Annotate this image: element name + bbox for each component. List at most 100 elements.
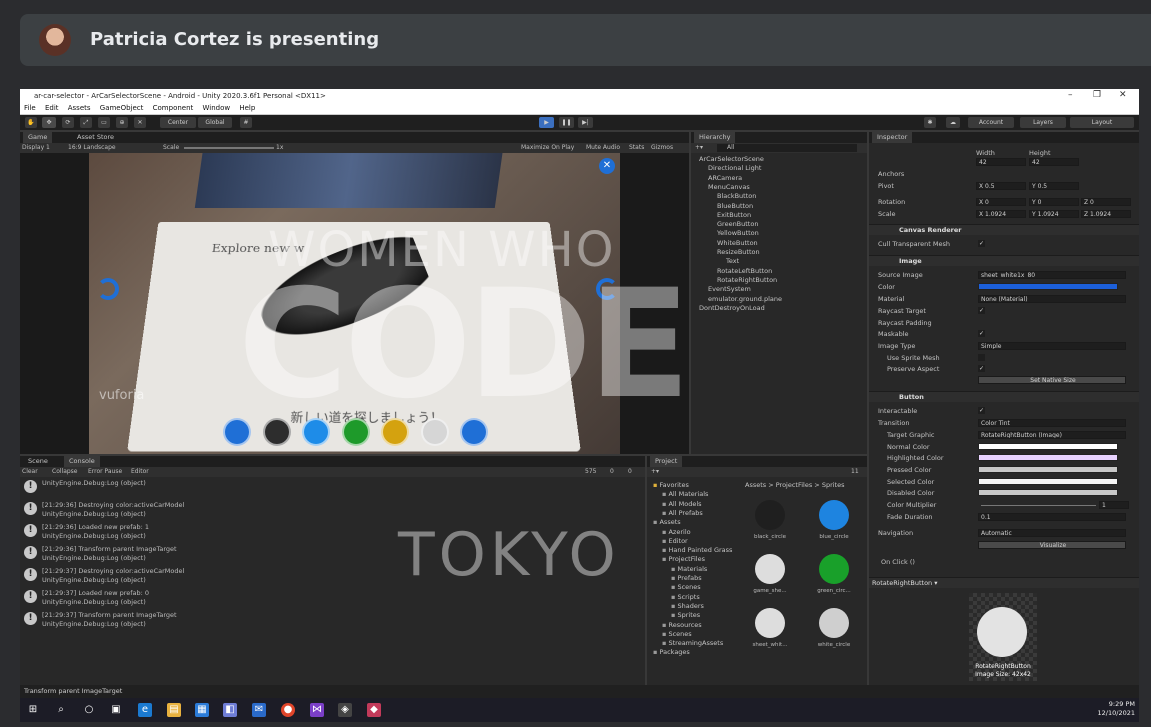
system-clock[interactable]: 9:29 PM 12/10/2021 xyxy=(1098,700,1135,718)
blue-button[interactable] xyxy=(302,418,330,446)
close-button[interactable]: ✕ xyxy=(1119,90,1127,100)
rotation-x-field[interactable]: X 0 xyxy=(976,198,1026,206)
hierarchy-item[interactable]: EventSystem xyxy=(691,285,867,294)
source-image-field[interactable]: sheet_white1x_80 xyxy=(978,271,1126,279)
asset-thumbnail[interactable] xyxy=(819,500,849,530)
hand-tool-icon[interactable]: ✋ xyxy=(25,117,37,128)
project-folder[interactable]: ▪ All Models xyxy=(647,500,702,509)
hierarchy-item[interactable]: ArCarSelectorScene xyxy=(691,155,867,164)
minimize-button[interactable]: – xyxy=(1068,90,1073,100)
pivot-center-toggle[interactable]: Center xyxy=(160,117,196,128)
project-folder[interactable]: ▪ Resources xyxy=(647,621,702,630)
layers-dropdown[interactable]: Layers xyxy=(1020,117,1066,128)
scale-z-field[interactable]: Z 1.0924 xyxy=(1081,210,1131,218)
menu-file[interactable]: File xyxy=(24,104,36,112)
rotation-z-field[interactable]: Z 0 xyxy=(1081,198,1131,206)
hierarchy-item[interactable]: MenuCanvas xyxy=(691,183,867,192)
scale-x-field[interactable]: X 1.0924 xyxy=(976,210,1026,218)
scale-y-field[interactable]: Y 1.0924 xyxy=(1029,210,1079,218)
menu-component[interactable]: Component xyxy=(153,104,194,112)
cortana-icon[interactable]: ○ xyxy=(82,703,96,717)
project-folder[interactable]: ▪ All Materials xyxy=(647,490,708,499)
log-entry[interactable]: ! [21:29:36] Destroying color:activeCarMo… xyxy=(24,500,624,520)
width-field[interactable]: 42 xyxy=(976,158,1026,166)
preserve-aspect-checkbox[interactable]: ✓ xyxy=(978,365,985,372)
task-view-icon[interactable]: ▣ xyxy=(109,703,123,717)
color-multiplier-slider[interactable] xyxy=(981,505,1096,506)
log-count[interactable]: 575 xyxy=(585,468,596,475)
preview-header[interactable]: RotateRightButton ▾ xyxy=(869,577,1139,588)
hierarchy-item[interactable]: ExitButton xyxy=(691,211,867,220)
asset-thumbnail[interactable] xyxy=(819,554,849,584)
visual-studio-icon[interactable]: ⋈ xyxy=(310,703,324,717)
transform-tool-icon[interactable]: ⊕ xyxy=(116,117,128,128)
collapse-toggle[interactable]: Collapse xyxy=(52,468,78,475)
color-multiplier-field[interactable]: 1 xyxy=(1099,501,1129,509)
cull-mesh-checkbox[interactable]: ✓ xyxy=(978,240,985,247)
restore-button[interactable]: ❐ xyxy=(1093,90,1101,100)
selected-color-swatch[interactable] xyxy=(978,478,1118,485)
account-dropdown[interactable]: Account xyxy=(968,117,1014,128)
image-header[interactable]: Image xyxy=(869,255,1139,266)
hierarchy-item[interactable]: RotateLeftButton xyxy=(691,267,867,276)
windows-start-icon[interactable]: ⊞ xyxy=(26,703,40,717)
set-native-size-button[interactable]: Set Native Size xyxy=(978,376,1126,384)
hierarchy-item[interactable]: Text xyxy=(691,257,867,266)
menu-assets[interactable]: Assets xyxy=(68,104,91,112)
hierarchy-item[interactable]: WhiteButton xyxy=(691,239,867,248)
status-message[interactable]: Transform parent ImageTarget xyxy=(24,687,122,695)
chrome-icon[interactable]: ● xyxy=(281,703,295,717)
project-folder[interactable]: ▪ Scenes xyxy=(647,630,692,639)
hierarchy-item[interactable]: GreenButton xyxy=(691,220,867,229)
project-folder[interactable]: ▪ Favorites xyxy=(647,481,689,490)
step-button[interactable]: ▶| xyxy=(578,117,593,128)
raycast-padding-foldout[interactable]: Raycast Padding xyxy=(878,319,932,327)
project-folder[interactable]: ▪ Packages xyxy=(647,648,690,657)
project-folder[interactable]: ▪ Scripts xyxy=(647,593,700,602)
tab-game[interactable]: Game xyxy=(23,132,52,143)
black-button[interactable] xyxy=(263,418,291,446)
rotate-left-button[interactable] xyxy=(223,418,251,446)
mail-icon[interactable]: ✉ xyxy=(252,703,266,717)
rotate-tool-icon[interactable]: ⟳ xyxy=(62,117,74,128)
log-entry[interactable]: ! [21:29:36] Transform parent ImageTarget… xyxy=(24,544,624,564)
project-folder[interactable]: ▪ ProjectFiles xyxy=(647,555,705,564)
app-icon[interactable]: ◧ xyxy=(223,703,237,717)
tab-inspector[interactable]: Inspector xyxy=(872,132,912,143)
tab-console[interactable]: Console xyxy=(64,456,100,467)
navigation-select[interactable]: Automatic xyxy=(978,529,1126,537)
pivot-y-field[interactable]: Y 0.5 xyxy=(1029,182,1079,190)
transition-select[interactable]: Color Tint xyxy=(978,419,1126,427)
project-folder[interactable]: ▪ StreamingAssets xyxy=(647,639,723,648)
pivot-x-field[interactable]: X 0.5 xyxy=(976,182,1026,190)
project-folder[interactable]: ▪ Shaders xyxy=(647,602,704,611)
rotate-right-icon[interactable] xyxy=(596,278,618,300)
project-folder[interactable]: ▪ Materials xyxy=(647,565,707,574)
project-folder[interactable]: ▪ All Prefabs xyxy=(647,509,703,518)
project-breadcrumb[interactable]: Assets > ProjectFiles > Sprites xyxy=(745,481,844,489)
store-icon[interactable]: ▦ xyxy=(195,703,209,717)
stats-toggle[interactable]: Stats xyxy=(629,144,644,151)
maximize-on-play-toggle[interactable]: Maximize On Play xyxy=(521,144,574,151)
scale-slider[interactable] xyxy=(184,147,274,149)
fade-duration-field[interactable]: 0.1 xyxy=(978,513,1126,521)
menu-edit[interactable]: Edit xyxy=(45,104,59,112)
project-folder[interactable]: ▪ Assets xyxy=(647,518,681,527)
hierarchy-item[interactable]: BlackButton xyxy=(691,192,867,201)
grid-snap-icon[interactable]: # xyxy=(240,117,252,128)
visualize-button[interactable]: Visualize xyxy=(978,541,1126,549)
interactable-checkbox[interactable]: ✓ xyxy=(978,407,985,414)
asset-thumbnail[interactable] xyxy=(819,608,849,638)
file-explorer-icon[interactable]: ▤ xyxy=(167,703,181,717)
custom-tool-icon[interactable]: ✕ xyxy=(134,117,146,128)
create-icon[interactable]: +▾ xyxy=(695,144,703,151)
project-folder[interactable]: ▪ Prefabs xyxy=(647,574,702,583)
edge-icon[interactable]: e xyxy=(138,703,152,717)
search-icon[interactable]: ⌕ xyxy=(54,703,68,717)
layout-dropdown[interactable]: Layout xyxy=(1070,117,1134,128)
project-folder[interactable]: ▪ Editor xyxy=(647,537,688,546)
scale-tool-icon[interactable]: ⤢ xyxy=(80,117,92,128)
collab-icon[interactable]: ✱ xyxy=(924,117,936,128)
exit-icon[interactable]: ✕ xyxy=(599,158,615,174)
menu-gameobject[interactable]: GameObject xyxy=(100,104,144,112)
